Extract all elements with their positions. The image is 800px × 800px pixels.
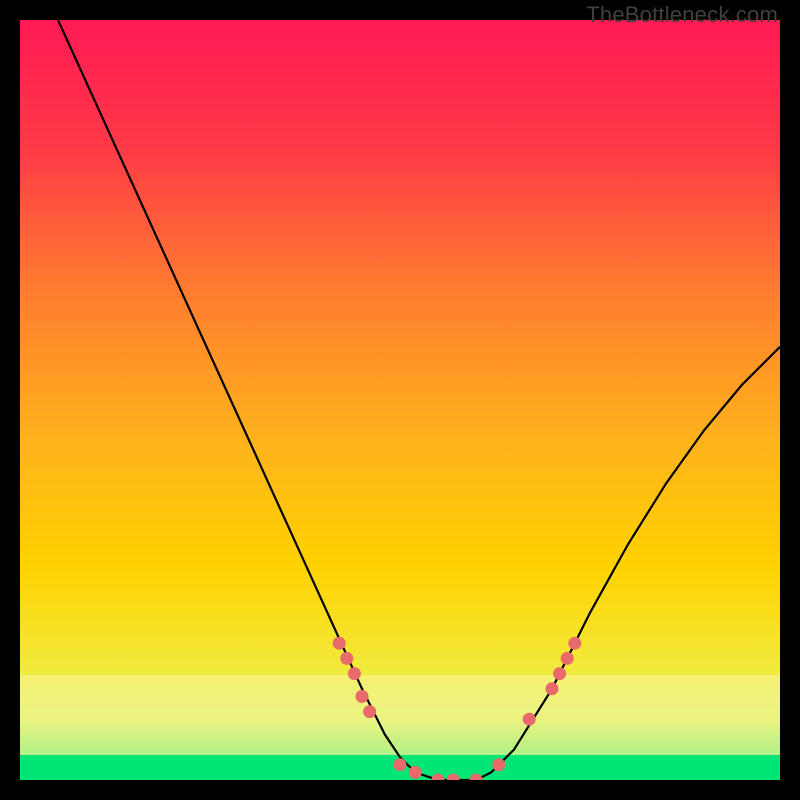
yellow-band	[20, 675, 780, 755]
marker-dot	[356, 690, 369, 703]
marker-dot	[363, 705, 376, 718]
marker-dot	[340, 652, 353, 665]
watermark-text: TheBottleneck.com	[586, 2, 778, 28]
marker-dot	[492, 758, 505, 771]
marker-dot	[553, 667, 566, 680]
marker-dot	[333, 637, 346, 650]
marker-dot	[561, 652, 574, 665]
gradient-background	[20, 20, 780, 780]
chart-frame	[20, 20, 780, 780]
marker-dot	[523, 713, 536, 726]
marker-dot	[394, 758, 407, 771]
marker-dot	[348, 667, 361, 680]
marker-dot	[546, 682, 559, 695]
bottleneck-chart	[20, 20, 780, 780]
marker-dot	[568, 637, 581, 650]
marker-dot	[409, 766, 422, 779]
